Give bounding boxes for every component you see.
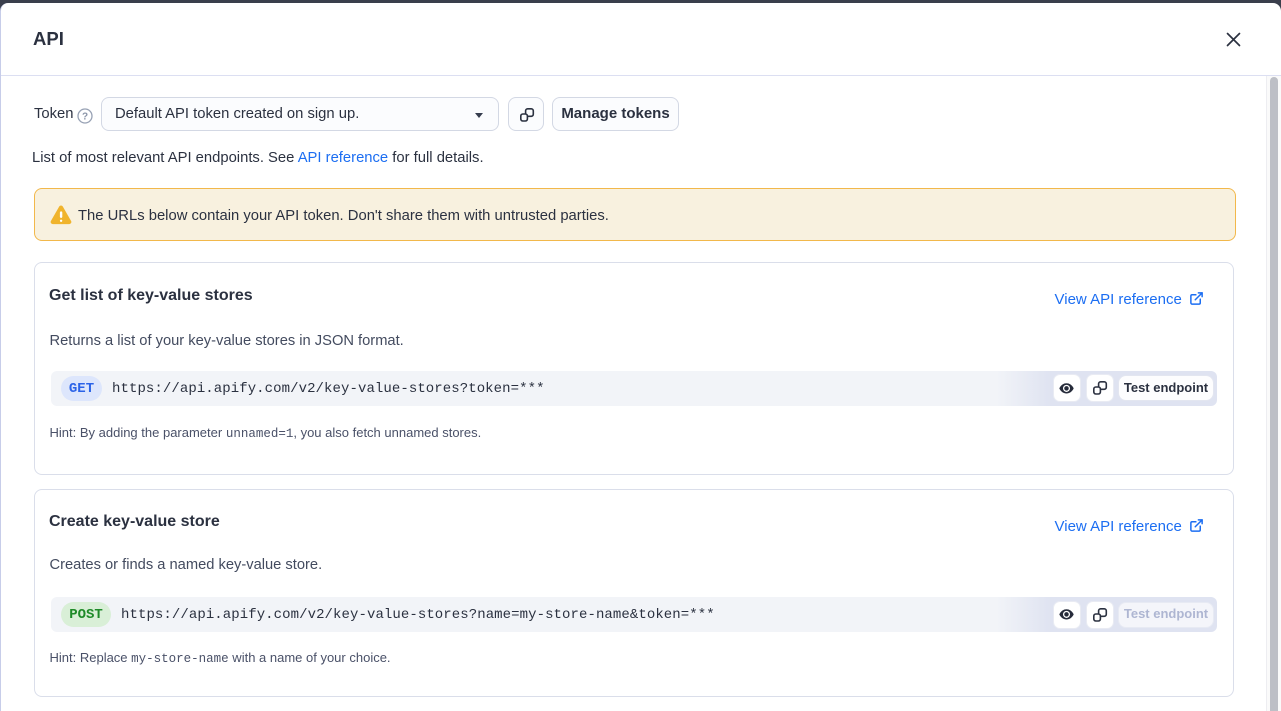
svg-text:?: ? [81,111,87,122]
